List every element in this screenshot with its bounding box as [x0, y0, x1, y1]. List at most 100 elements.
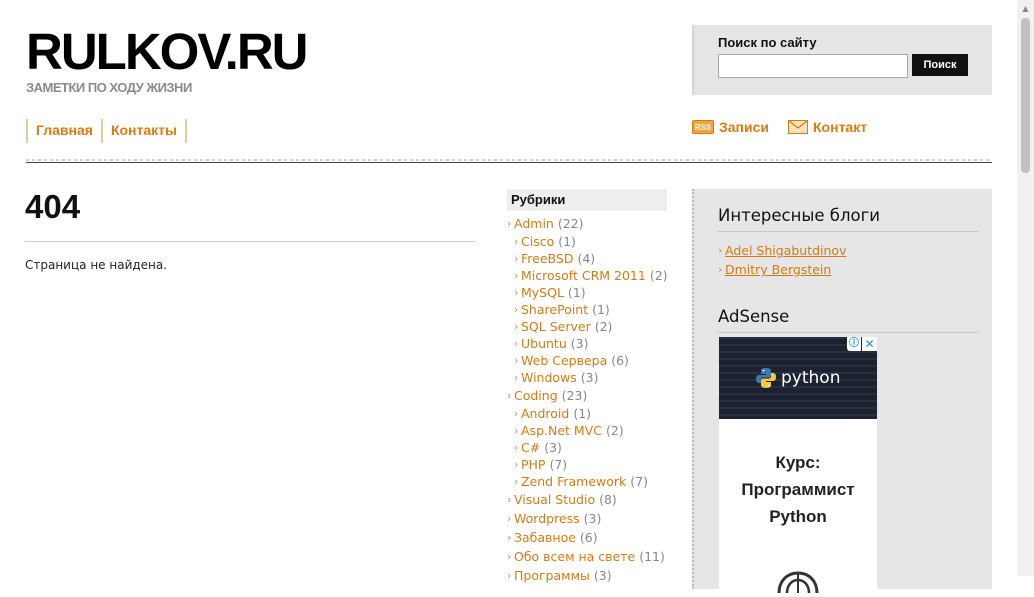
- nav-divider: [184, 119, 187, 143]
- content-divider: [25, 241, 476, 242]
- rubric-link[interactable]: PHP: [521, 457, 545, 472]
- blogs-list: Adel Shigabutdinov Dmitry Bergstein: [718, 241, 846, 279]
- rubric-item: Ubuntu (3): [507, 335, 677, 352]
- blogs-title: Интересные блоги: [718, 206, 978, 232]
- rubric-link[interactable]: Обо всем на свете: [514, 549, 635, 564]
- rubric-link[interactable]: Microsoft CRM 2011: [521, 268, 646, 283]
- rubric-item: Coding (23): [507, 386, 677, 405]
- nav-item-home[interactable]: Главная: [26, 119, 101, 143]
- rubric-link[interactable]: MySQL: [521, 285, 564, 300]
- search-button[interactable]: Поиск: [912, 54, 968, 76]
- search-input[interactable]: [718, 54, 908, 78]
- rubric-item: Wordpress (3): [507, 509, 677, 528]
- posts-feed-link[interactable]: RSS Записи: [692, 119, 769, 135]
- rubric-count: (3): [583, 511, 602, 526]
- rubric-count: (7): [549, 457, 568, 472]
- nav-item-contacts[interactable]: Контакты: [100, 119, 185, 143]
- rubric-link[interactable]: C#: [521, 440, 540, 455]
- blog-item: Dmitry Bergstein: [718, 260, 846, 279]
- vertical-scrollbar[interactable]: ▲: [1017, 0, 1034, 576]
- rubric-count: (3): [570, 336, 589, 351]
- python-icon: [756, 368, 776, 388]
- contact-feed-link[interactable]: Контакт: [788, 119, 867, 135]
- rubric-count: (22): [557, 216, 584, 231]
- ad-course-line: Курс:: [775, 453, 821, 472]
- rubric-item: Web Сервера (6): [507, 352, 677, 369]
- rubrics-title: Рубрики: [507, 189, 667, 211]
- rubric-link[interactable]: Coding: [514, 388, 558, 403]
- brain-icon: [777, 571, 819, 593]
- posts-feed-label: Записи: [719, 119, 770, 135]
- rubric-link[interactable]: Забавное: [514, 530, 576, 545]
- rubric-link[interactable]: Web Сервера: [521, 353, 607, 368]
- rubric-count: (1): [558, 234, 576, 249]
- site-tagline: ЗАМЕТКИ ПО ХОДУ ЖИЗНИ: [26, 80, 192, 95]
- rubric-item: Admin (22): [507, 214, 677, 233]
- right-sidebar: Интересные блоги Adel Shigabutdinov Dmit…: [692, 189, 992, 597]
- rubric-count: (8): [599, 492, 617, 507]
- ad-course-line: Python: [769, 507, 827, 526]
- rubric-count: (4): [577, 251, 596, 266]
- ad-course-text[interactable]: Курс: Программист Python: [719, 449, 877, 530]
- rubric-item: C# (3): [507, 439, 677, 456]
- rubric-item: Asp.Net MVC (2): [507, 422, 677, 439]
- search-box: Поиск по сайту Поиск: [692, 25, 992, 95]
- scroll-thumb[interactable]: [1021, 18, 1030, 173]
- rubric-item: Windows (3): [507, 369, 677, 386]
- rubric-count: (11): [639, 549, 665, 564]
- rubric-link[interactable]: Windows: [521, 370, 577, 385]
- rubric-count: (3): [544, 440, 562, 455]
- rubric-link[interactable]: Android: [521, 406, 569, 421]
- rubric-link[interactable]: Visual Studio: [514, 492, 595, 507]
- rubric-link[interactable]: Cisco: [521, 234, 554, 249]
- rubric-item: Microsoft CRM 2011 (2): [507, 267, 677, 284]
- rubric-item: Android (1): [507, 405, 677, 422]
- not-found-message: Страница не найдена.: [25, 258, 168, 272]
- rubrics-list: Admin (22)Cisco (1)FreeBSD (4)Microsoft …: [507, 214, 677, 585]
- rubric-item: Visual Studio (8): [507, 490, 677, 509]
- rubric-count: (1): [573, 406, 592, 421]
- scroll-up-icon[interactable]: ▲: [1017, 0, 1034, 17]
- rubric-item: FreeBSD (4): [507, 250, 677, 267]
- rubric-link[interactable]: FreeBSD: [521, 251, 573, 266]
- rubric-item: Обо всем на свете (11): [507, 547, 677, 566]
- ad-banner[interactable]: python ⓘ ✕: [719, 337, 877, 419]
- rubric-link[interactable]: Wordpress: [514, 511, 580, 526]
- header-divider: [26, 159, 992, 163]
- rubric-count: (2): [605, 423, 624, 438]
- rubric-item: Zend Framework (7): [507, 473, 677, 490]
- ad-close-icon[interactable]: ✕: [862, 337, 877, 351]
- main-nav: Главная Контакты: [26, 119, 187, 143]
- rubric-link[interactable]: Admin: [514, 216, 554, 231]
- rubric-link[interactable]: SQL Server: [521, 319, 591, 334]
- mail-icon: [788, 120, 809, 134]
- rubric-count: (7): [630, 474, 648, 489]
- rubric-item: Cisco (1): [507, 233, 677, 250]
- rubric-item: PHP (7): [507, 456, 677, 473]
- blog-item: Adel Shigabutdinov: [718, 241, 846, 260]
- rubric-link[interactable]: Ubuntu: [521, 336, 567, 351]
- rubric-count: (6): [579, 530, 598, 545]
- rubric-link[interactable]: Asp.Net MVC: [521, 423, 602, 438]
- feed-links: RSS Записи Контакт: [692, 119, 886, 135]
- rubric-item: Забавное (6): [507, 528, 677, 547]
- rubric-count: (6): [611, 353, 629, 368]
- ad-logo-text: python: [781, 368, 841, 388]
- rubric-count: (1): [592, 302, 610, 317]
- ad-info-icon[interactable]: ⓘ: [847, 337, 861, 351]
- rubric-count: (2): [649, 268, 668, 283]
- blog-link-adel[interactable]: Adel Shigabutdinov: [725, 243, 846, 258]
- rubric-item: MySQL (1): [507, 284, 677, 301]
- rubric-link[interactable]: SharePoint: [521, 302, 588, 317]
- contact-feed-label: Контакт: [813, 119, 868, 135]
- ad-block[interactable]: python ⓘ ✕ Курс: Программист Python: [719, 337, 877, 597]
- rubric-item: SharePoint (1): [507, 301, 677, 318]
- adsense-title: AdSense: [718, 307, 978, 333]
- rubric-item: SQL Server (2): [507, 318, 677, 335]
- rubric-count: (1): [567, 285, 586, 300]
- site-logo[interactable]: RULKOV.RU: [26, 26, 308, 78]
- rubric-link[interactable]: Zend Framework: [521, 474, 626, 489]
- blog-link-dmitry[interactable]: Dmitry Bergstein: [725, 262, 831, 277]
- rubric-count: (3): [580, 370, 599, 385]
- python-logo: python: [755, 367, 840, 389]
